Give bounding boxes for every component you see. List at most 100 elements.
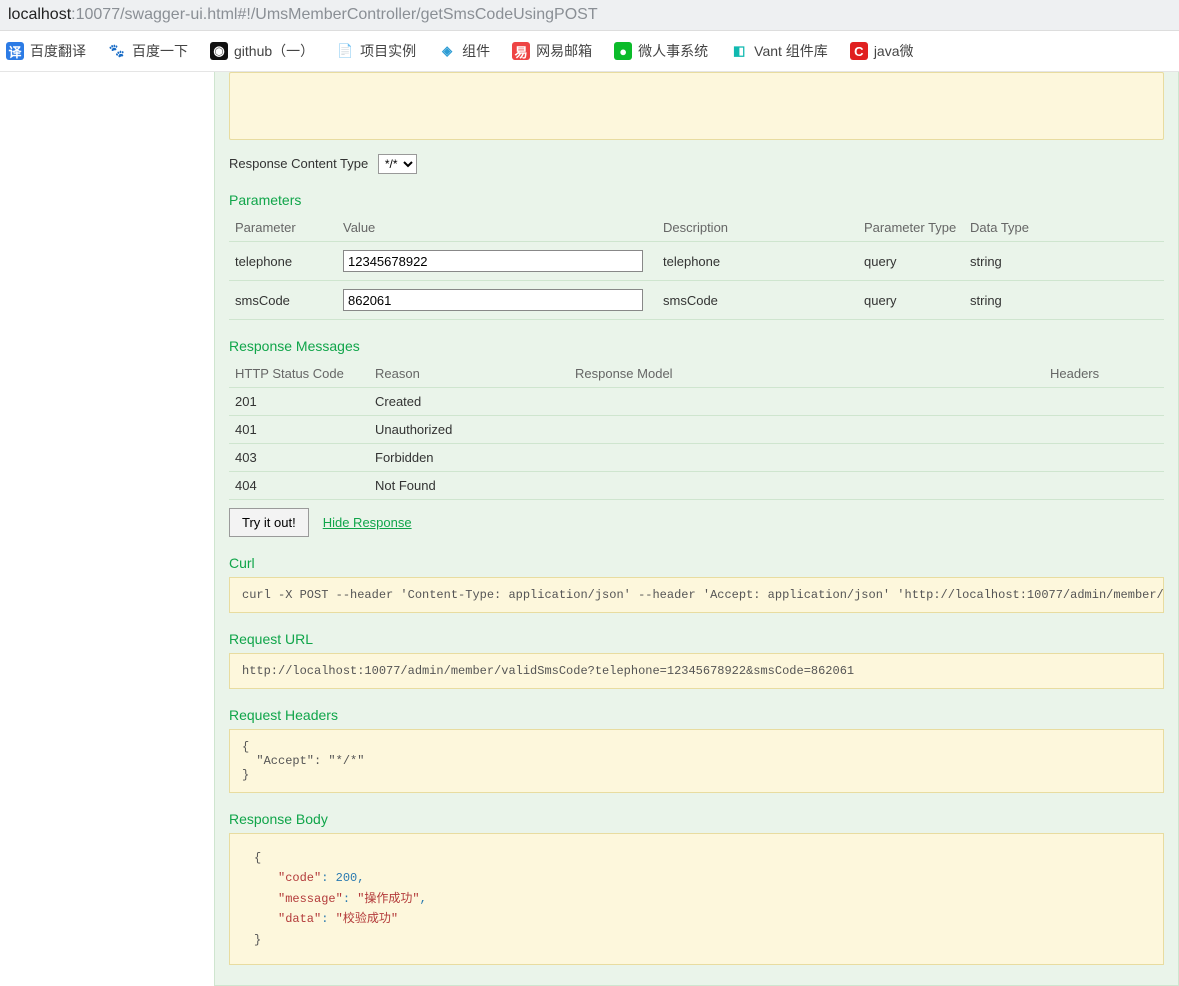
table-row: 201Created <box>229 388 1164 416</box>
col-header-http-status: HTTP Status Code <box>229 360 369 388</box>
response-model-cell <box>569 388 1044 416</box>
bookmark-item[interactable]: 易网易邮箱 <box>512 41 592 61</box>
bookmark-item[interactable]: ◈ 组件 <box>438 41 490 61</box>
response-model-cell <box>569 416 1044 444</box>
curl-title: Curl <box>229 555 1164 571</box>
http-status-reason: Created <box>369 388 569 416</box>
table-row: 401Unauthorized <box>229 416 1164 444</box>
bookmark-item[interactable]: 📄 项目实例 <box>336 41 416 61</box>
bookmark-icon: ◉ <box>210 42 228 60</box>
response-headers-cell <box>1044 416 1164 444</box>
bookmark-icon: 🐾 <box>108 42 126 60</box>
resp-val-message: "操作成功" <box>357 892 419 906</box>
parameter-value-input[interactable] <box>343 289 643 311</box>
col-header-parameter: Parameter <box>229 214 337 242</box>
curl-block[interactable]: curl -X POST --header 'Content-Type: app… <box>229 577 1164 613</box>
bookmark-item[interactable]: 译百度翻译 <box>6 41 86 61</box>
col-header-parameter-type: Parameter Type <box>858 214 964 242</box>
col-header-headers: Headers <box>1044 360 1164 388</box>
model-textarea[interactable] <box>229 72 1164 140</box>
curl-text: curl -X POST --header 'Content-Type: app… <box>242 588 1164 602</box>
request-url-block: http://localhost:10077/admin/member/vali… <box>229 653 1164 689</box>
http-status-code: 403 <box>229 444 369 472</box>
table-row: 403Forbidden <box>229 444 1164 472</box>
bookmark-icon: 📄 <box>336 42 354 60</box>
bookmark-icon: ◈ <box>438 42 456 60</box>
request-url-title: Request URL <box>229 631 1164 647</box>
bookmark-item[interactable]: ● 微人事系统 <box>614 41 708 61</box>
bookmark-label: 百度翻译 <box>30 41 86 61</box>
parameter-name: telephone <box>229 242 337 281</box>
bookmark-label: 百度一下 <box>132 41 188 61</box>
bookmark-icon: 易 <box>512 42 530 60</box>
response-content-type-label: Response Content Type <box>229 156 368 171</box>
try-it-out-button[interactable]: Try it out! <box>229 508 309 537</box>
table-row: 404Not Found <box>229 472 1164 500</box>
http-status-reason: Unauthorized <box>369 416 569 444</box>
response-model-cell <box>569 444 1044 472</box>
response-headers-cell <box>1044 388 1164 416</box>
col-header-reason: Reason <box>369 360 569 388</box>
address-path: :10077/swagger-ui.html#!/UmsMemberContro… <box>71 6 597 23</box>
action-row: Try it out! Hide Response <box>229 508 1164 537</box>
table-row: smsCodesmsCodequerystring <box>229 281 1164 320</box>
parameter-value-input[interactable] <box>343 250 643 272</box>
bookmark-item[interactable]: Cjava微 <box>850 41 914 61</box>
response-body-title: Response Body <box>229 811 1164 827</box>
parameter-name: smsCode <box>229 281 337 320</box>
request-headers-block: { "Accept": "*/*" } <box>229 729 1164 793</box>
col-header-description: Description <box>657 214 858 242</box>
bookmark-item[interactable]: 🐾 百度一下 <box>108 41 188 61</box>
request-headers-text: { "Accept": "*/*" } <box>242 740 364 782</box>
bookmark-label: 网易邮箱 <box>536 41 592 61</box>
resp-val-data: "校验成功" <box>336 912 398 926</box>
bookmark-item[interactable]: ◧ Vant 组件库 <box>730 41 828 61</box>
bookmark-icon: 译 <box>6 42 24 60</box>
resp-val-code: 200 <box>336 871 358 885</box>
bookmark-label: github（一） <box>234 41 314 61</box>
resp-key-message: "message" <box>278 892 343 906</box>
http-status-code: 404 <box>229 472 369 500</box>
response-body-block: { "code": 200, "message": "操作成功", "data"… <box>229 833 1164 965</box>
parameter-type: query <box>858 281 964 320</box>
col-header-response-model: Response Model <box>569 360 1044 388</box>
bookmark-label: 组件 <box>462 41 490 61</box>
bookmark-label: 项目实例 <box>360 41 416 61</box>
response-content-type-select[interactable]: */* <box>378 154 417 174</box>
parameter-description: telephone <box>657 242 858 281</box>
http-status-reason: Forbidden <box>369 444 569 472</box>
response-messages-title: Response Messages <box>229 338 1164 354</box>
bookmark-icon: ● <box>614 42 632 60</box>
col-header-data-type: Data Type <box>964 214 1164 242</box>
hide-response-link[interactable]: Hide Response <box>323 515 412 530</box>
http-status-code: 401 <box>229 416 369 444</box>
address-host: localhost <box>8 6 71 23</box>
response-headers-cell <box>1044 472 1164 500</box>
col-header-value: Value <box>337 214 657 242</box>
response-messages-table: HTTP Status Code Reason Response Model H… <box>229 360 1164 500</box>
parameters-title: Parameters <box>229 192 1164 208</box>
swagger-operation-panel: Response Content Type */* Parameters Par… <box>214 72 1179 986</box>
http-status-reason: Not Found <box>369 472 569 500</box>
bookmarks-bar: 译百度翻译 🐾 百度一下 ◉ github（一） 📄 项目实例 ◈ 组件 易网易邮箱 ● 微人事系统 ◧… <box>0 31 1179 72</box>
parameters-table: Parameter Value Description Parameter Ty… <box>229 214 1164 320</box>
table-row: telephonetelephonequerystring <box>229 242 1164 281</box>
response-model-cell <box>569 472 1044 500</box>
parameter-data-type: string <box>964 242 1164 281</box>
parameter-type: query <box>858 242 964 281</box>
response-content-type-row: Response Content Type */* <box>229 154 1164 174</box>
bookmark-icon: C <box>850 42 868 60</box>
bookmark-icon: ◧ <box>730 42 748 60</box>
parameter-description: smsCode <box>657 281 858 320</box>
request-headers-title: Request Headers <box>229 707 1164 723</box>
request-url-text: http://localhost:10077/admin/member/vali… <box>242 664 854 678</box>
bookmark-item[interactable]: ◉ github（一） <box>210 41 314 61</box>
http-status-code: 201 <box>229 388 369 416</box>
bookmark-label: 微人事系统 <box>638 41 708 61</box>
resp-key-data: "data" <box>278 912 321 926</box>
response-headers-cell <box>1044 444 1164 472</box>
browser-address-bar[interactable]: localhost:10077/swagger-ui.html#!/UmsMem… <box>0 0 1179 31</box>
resp-key-code: "code" <box>278 871 321 885</box>
bookmark-label: java微 <box>874 41 914 61</box>
bookmark-label: Vant 组件库 <box>754 41 828 61</box>
